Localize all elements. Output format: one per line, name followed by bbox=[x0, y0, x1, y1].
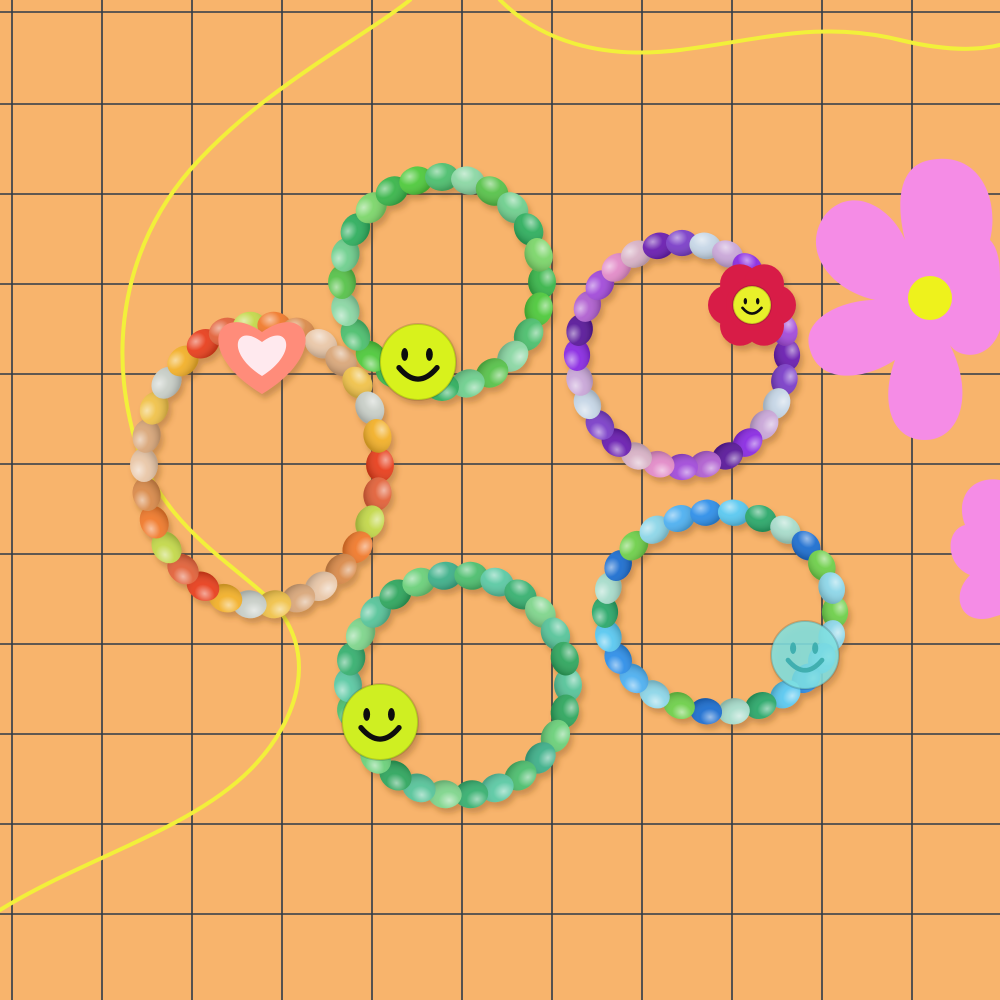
photo-illustration bbox=[0, 0, 1000, 1000]
clear-smiley-charm bbox=[770, 620, 840, 690]
smiley-charm bbox=[341, 683, 419, 761]
smiley-charm bbox=[379, 323, 457, 401]
bead bbox=[130, 448, 158, 482]
bead bbox=[366, 448, 394, 482]
photo-scene bbox=[0, 0, 1000, 1000]
